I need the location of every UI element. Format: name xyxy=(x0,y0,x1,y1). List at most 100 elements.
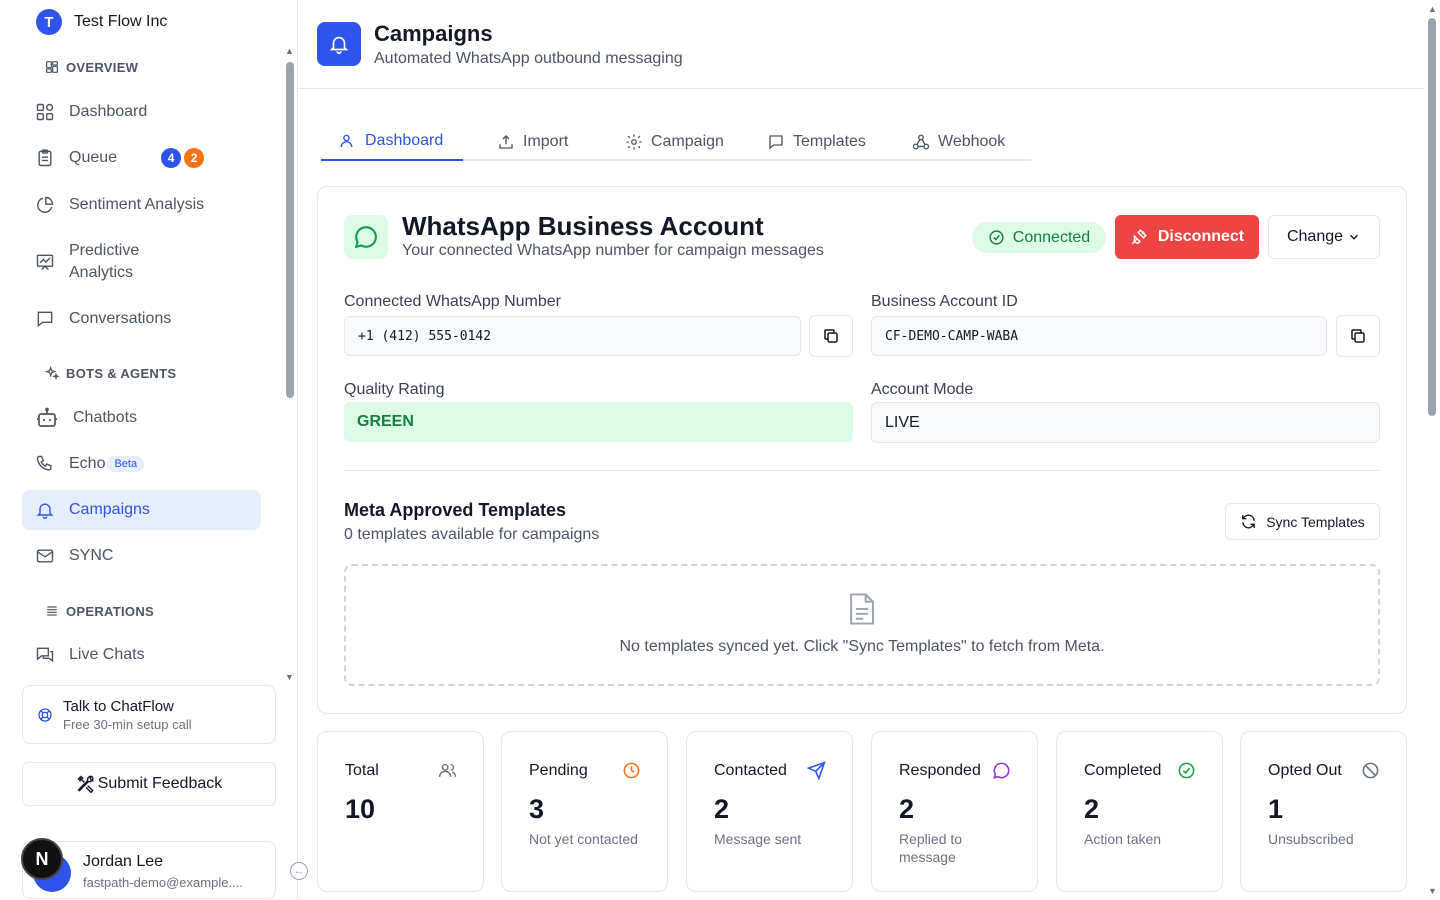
tab-label: Templates xyxy=(793,132,866,150)
overview-icon xyxy=(46,61,58,73)
gear-icon xyxy=(626,134,642,149)
stat-subtitle: Message sent xyxy=(714,831,802,847)
sidebar-item-sentiment[interactable]: Sentiment Analysis xyxy=(22,194,261,216)
sidebar-scroll-up-icon[interactable]: ▲ xyxy=(285,46,294,56)
change-button[interactable]: Change xyxy=(1268,215,1380,259)
sync-label: Sync Templates xyxy=(1266,513,1365,530)
user-name: Jordan Lee xyxy=(83,853,164,870)
sidebar-item-label: Predictive Analytics xyxy=(69,240,139,284)
pie-chart-icon xyxy=(37,196,54,213)
unplug-icon xyxy=(1131,229,1147,245)
quality-rating-value: GREEN xyxy=(344,402,853,442)
sidebar-scrollbar[interactable] xyxy=(286,62,294,398)
stat-subtitle: Unsubscribed xyxy=(1268,831,1354,847)
copy-number-button[interactable] xyxy=(809,315,853,357)
sidebar-item-conversations[interactable]: Conversations xyxy=(22,308,261,330)
sidebar-item-echo[interactable]: Echo Beta xyxy=(22,452,261,476)
mail-icon xyxy=(36,549,54,563)
sidebar-item-label: Sentiment Analysis xyxy=(69,196,205,213)
sidebar-item-label: Queue xyxy=(69,149,118,166)
main-scrollbar[interactable] xyxy=(1428,18,1436,416)
tab-label: Dashboard xyxy=(365,131,444,149)
talk-to-chatflow-card[interactable]: Talk to ChatFlow Free 30-min setup call xyxy=(22,685,276,744)
phone-icon xyxy=(36,455,52,471)
sidebar-item-campaigns[interactable]: Campaigns xyxy=(22,490,261,530)
queue-badge-orange: 2 xyxy=(184,148,205,168)
dashboard-icon xyxy=(36,103,54,121)
queue-badges: 4 2 xyxy=(161,148,205,168)
whatsapp-title: WhatsApp Business Account xyxy=(402,211,764,241)
sidebar-item-label: Campaigns xyxy=(69,501,150,518)
whatsapp-subtitle: Your connected WhatsApp number for campa… xyxy=(402,242,824,259)
stat-value: 1 xyxy=(1268,794,1284,824)
sidebar-item-sync[interactable]: SYNC xyxy=(22,545,261,567)
message-square-icon xyxy=(37,311,53,328)
sidebar-item-label: Dashboard xyxy=(69,103,148,120)
stat-value: 2 xyxy=(714,794,730,824)
tab-campaign[interactable]: Campaign xyxy=(607,122,742,161)
submit-feedback-button[interactable]: Submit Feedback xyxy=(22,762,276,806)
templates-subtitle: 0 templates available for campaigns xyxy=(344,526,600,543)
tab-templates[interactable]: Templates xyxy=(749,122,884,161)
users-icon xyxy=(340,134,353,147)
stat-card-pending: Pending 3 Not yet contacted xyxy=(501,731,668,892)
main-scroll-down-icon[interactable]: ▼ xyxy=(1428,886,1437,896)
campaigns-header-icon xyxy=(317,22,361,66)
sidebar-item-queue[interactable]: Queue 4 2 xyxy=(22,146,261,170)
collapse-sidebar-button[interactable]: ← xyxy=(290,862,308,880)
tab-bar: Dashboard Import Campaign Templates Webh… xyxy=(321,122,1031,161)
org-switcher[interactable]: T Test Flow Inc xyxy=(36,9,167,35)
check-circle-icon xyxy=(1178,762,1195,779)
sidebar-item-live-chats[interactable]: Live Chats xyxy=(22,644,261,666)
chart-board-icon xyxy=(36,254,54,271)
copy-icon xyxy=(1351,329,1365,343)
talk-text: Talk to ChatFlow Free 30-min setup call xyxy=(63,698,192,732)
account-id-label: Business Account ID xyxy=(871,293,1018,310)
sync-templates-button[interactable]: Sync Templates xyxy=(1225,503,1380,540)
feedback-label: Submit Feedback xyxy=(97,775,223,792)
status-badge: Connected xyxy=(972,222,1106,253)
message-square-icon xyxy=(769,134,783,149)
stat-value: 3 xyxy=(529,794,545,824)
page-subtitle: Automated WhatsApp outbound messaging xyxy=(374,50,683,67)
sidebar-scroll-down-icon[interactable]: ▼ xyxy=(285,672,294,682)
section-overview-label: OVERVIEW xyxy=(66,59,139,75)
section-divider xyxy=(344,470,1380,471)
clock-icon xyxy=(623,762,640,779)
stat-label: Opted Out xyxy=(1268,762,1342,779)
account-id-field[interactable]: CF-DEMO-CAMP-WABA xyxy=(871,316,1327,356)
stat-card-total: Total 10 xyxy=(317,731,484,892)
tab-label: Webhook xyxy=(938,132,1006,150)
copy-account-id-button[interactable] xyxy=(1336,315,1380,357)
main-scroll-up-icon[interactable]: ▲ xyxy=(1428,4,1437,14)
file-text-icon xyxy=(850,593,874,625)
whatsapp-number-field[interactable]: +1 (412) 555-0142 xyxy=(344,316,801,356)
section-operations-label: OPERATIONS xyxy=(66,603,154,619)
sidebar-item-predictive[interactable]: Predictive Analytics xyxy=(22,240,261,284)
stat-subtitle: Not yet contacted xyxy=(529,831,638,847)
next-dev-badge[interactable]: N xyxy=(21,838,63,880)
tab-webhook[interactable]: Webhook xyxy=(894,122,1023,161)
copy-icon xyxy=(824,329,838,343)
disconnect-button[interactable]: Disconnect xyxy=(1115,215,1259,259)
sidebar-item-label: Conversations xyxy=(69,310,172,327)
webhook-icon xyxy=(912,134,930,149)
whatsapp-icon-box xyxy=(344,215,388,259)
stat-value: 2 xyxy=(899,794,915,824)
talk-title: Talk to ChatFlow xyxy=(63,697,174,715)
tab-label: Campaign xyxy=(651,132,724,150)
tab-import[interactable]: Import xyxy=(479,122,586,161)
stat-card-completed: Completed 2 Action taken xyxy=(1056,731,1223,892)
users-icon xyxy=(438,763,457,777)
send-icon xyxy=(807,761,826,780)
stat-label: Completed xyxy=(1084,762,1162,779)
sidebar-item-dashboard[interactable]: Dashboard xyxy=(22,101,261,123)
sidebar-item-chatbots[interactable]: Chatbots xyxy=(22,406,261,430)
clipboard-icon xyxy=(38,149,52,167)
sidebar: T Test Flow Inc OVERVIEW Dashboard Queue… xyxy=(0,0,308,900)
sidebar-item-label: Echo xyxy=(69,455,106,472)
tab-dashboard[interactable]: Dashboard xyxy=(321,122,463,161)
org-name: Test Flow Inc xyxy=(74,13,168,30)
tab-label: Import xyxy=(523,132,569,150)
quality-label: Quality Rating xyxy=(344,381,445,398)
